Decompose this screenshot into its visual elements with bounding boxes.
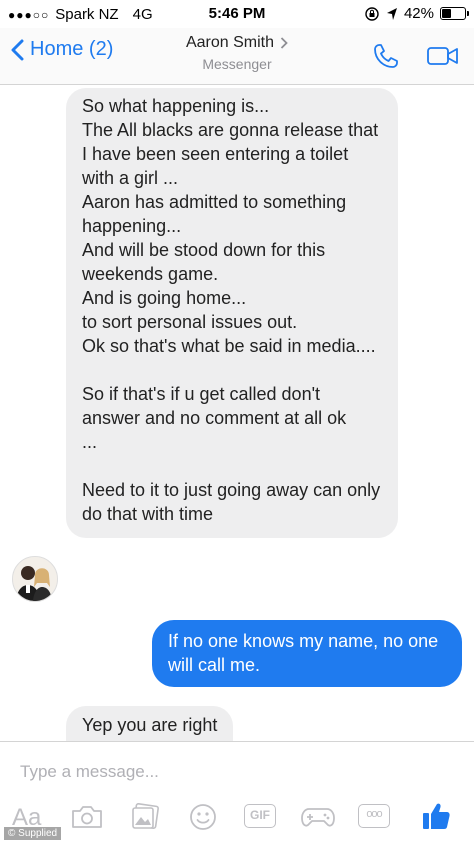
gif-label: GIF xyxy=(250,808,270,822)
conversation-header: Home (2) Aaron Smith Messenger xyxy=(0,28,474,85)
rotation-lock-icon xyxy=(365,6,379,21)
thumbs-up-icon[interactable] xyxy=(420,800,452,832)
sticker-icon[interactable] xyxy=(188,802,218,832)
gif-button[interactable]: GIF xyxy=(244,804,276,828)
message-text: Yep you are right xyxy=(82,715,218,735)
chevron-right-icon xyxy=(280,37,288,49)
camera-icon[interactable] xyxy=(70,804,104,830)
contact-photo-icon xyxy=(13,557,57,601)
avatar[interactable] xyxy=(12,556,58,602)
message-text: So what happening is... The All blacks a… xyxy=(82,96,381,524)
message-bubble-outgoing[interactable]: If no one knows my name, no one will cal… xyxy=(152,620,462,687)
message-text: If no one knows my name, no one will cal… xyxy=(168,631,439,675)
status-bar: ●●●○○ Spark NZ 4G 5:46 PM 42% xyxy=(0,0,474,28)
message-composer: Type a message... Aa GIF ooo xyxy=(0,741,474,844)
watermark: © Supplied xyxy=(4,827,62,840)
header-actions xyxy=(372,42,460,70)
more-options-button[interactable]: ooo xyxy=(358,804,390,828)
photo-gallery-icon[interactable] xyxy=(130,802,160,832)
message-input[interactable]: Type a message... xyxy=(20,762,159,782)
battery-icon xyxy=(440,7,469,20)
more-label: ooo xyxy=(366,808,382,820)
composer-toolbar: Aa GIF ooo xyxy=(0,800,474,840)
game-controller-icon[interactable] xyxy=(300,803,336,831)
status-right: 42% xyxy=(364,5,469,22)
message-bubble-incoming[interactable]: Yep you are right xyxy=(66,706,234,743)
battery-percent: 42% xyxy=(403,5,434,22)
message-bubble-incoming[interactable]: So what happening is... The All blacks a… xyxy=(66,88,398,538)
location-arrow-icon xyxy=(386,7,397,20)
contact-name: Aaron Smith xyxy=(185,34,275,51)
phone-call-icon[interactable] xyxy=(372,42,400,70)
video-call-icon[interactable] xyxy=(426,42,460,70)
